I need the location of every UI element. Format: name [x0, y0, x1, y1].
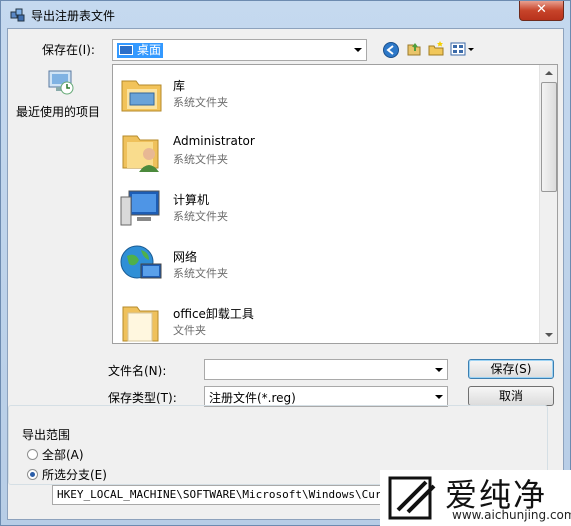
close-icon: ✕ — [536, 2, 547, 17]
radio-all[interactable] — [27, 449, 38, 460]
radio-selected-branch[interactable] — [27, 469, 38, 480]
list-item[interactable]: office卸载工具 文件夹 — [119, 299, 539, 343]
registry-editor-icon — [10, 8, 25, 22]
list-item[interactable]: Administrator 系统文件夹 — [119, 128, 539, 180]
view-menu-icon[interactable] — [450, 40, 476, 58]
cancel-button[interactable]: 取消 — [468, 386, 554, 406]
list-item[interactable]: 库 系统文件夹 — [119, 71, 539, 123]
save-in-label: 保存在(I): — [42, 43, 95, 57]
user-folder-icon — [122, 135, 159, 172]
back-icon[interactable] — [382, 41, 400, 59]
new-folder-icon[interactable] — [427, 40, 445, 58]
place-label: 最近使用的项目 — [16, 105, 101, 119]
filetype-label: 保存类型(T): — [108, 391, 177, 405]
scroll-down-icon[interactable] — [545, 333, 553, 337]
up-folder-icon[interactable] — [405, 40, 423, 58]
filetype-select[interactable]: 注册文件(*.reg) — [204, 386, 448, 407]
chevron-down-icon — [435, 367, 443, 372]
export-range-title: 导出范围 — [20, 426, 73, 443]
desktop-icon — [119, 45, 133, 55]
title-bar: 导出注册表文件 ✕ — [1, 1, 570, 29]
folder-icon — [122, 306, 159, 342]
radio-selected-branch-label: 所选分支(E) — [42, 468, 107, 482]
scroll-thumb[interactable] — [541, 82, 557, 192]
branch-path-input[interactable]: HKEY_LOCAL_MACHINE\SOFTWARE\Microsoft\Wi… — [52, 485, 382, 505]
watermark-url: www.aichunjing.com — [452, 508, 571, 522]
filename-label: 文件名(N): — [108, 364, 167, 378]
list-item[interactable]: 网络 系统文件夹 — [119, 242, 539, 294]
scroll-up-icon[interactable] — [545, 71, 553, 75]
filename-input[interactable] — [204, 359, 448, 380]
radio-all-label: 全部(A) — [42, 448, 84, 462]
chevron-down-icon — [354, 48, 362, 52]
save-button[interactable]: 保存(S) — [468, 359, 554, 379]
save-in-selected: 桌面 — [117, 43, 164, 58]
watermark: 爱纯净 www.aichunjing.com — [380, 470, 571, 526]
chevron-down-icon — [435, 394, 443, 399]
file-list[interactable]: 库 系统文件夹 Administrator 系统文件夹 计算机 系统文件夹 网络… — [112, 64, 558, 344]
window-title: 导出注册表文件 — [31, 9, 116, 23]
watermark-logo-icon — [388, 476, 436, 520]
computer-icon — [120, 190, 160, 226]
vertical-scrollbar[interactable] — [539, 65, 557, 343]
places-bar: 最近使用的项目 — [16, 67, 110, 127]
close-button[interactable]: ✕ — [519, 1, 564, 21]
network-icon — [120, 245, 162, 279]
list-item[interactable]: 计算机 系统文件夹 — [119, 185, 539, 237]
recent-items-icon — [48, 70, 74, 95]
save-in-combo[interactable]: 桌面 — [112, 39, 367, 61]
place-recent-items[interactable]: 最近使用的项目 — [16, 67, 110, 127]
library-icon — [121, 80, 162, 112]
